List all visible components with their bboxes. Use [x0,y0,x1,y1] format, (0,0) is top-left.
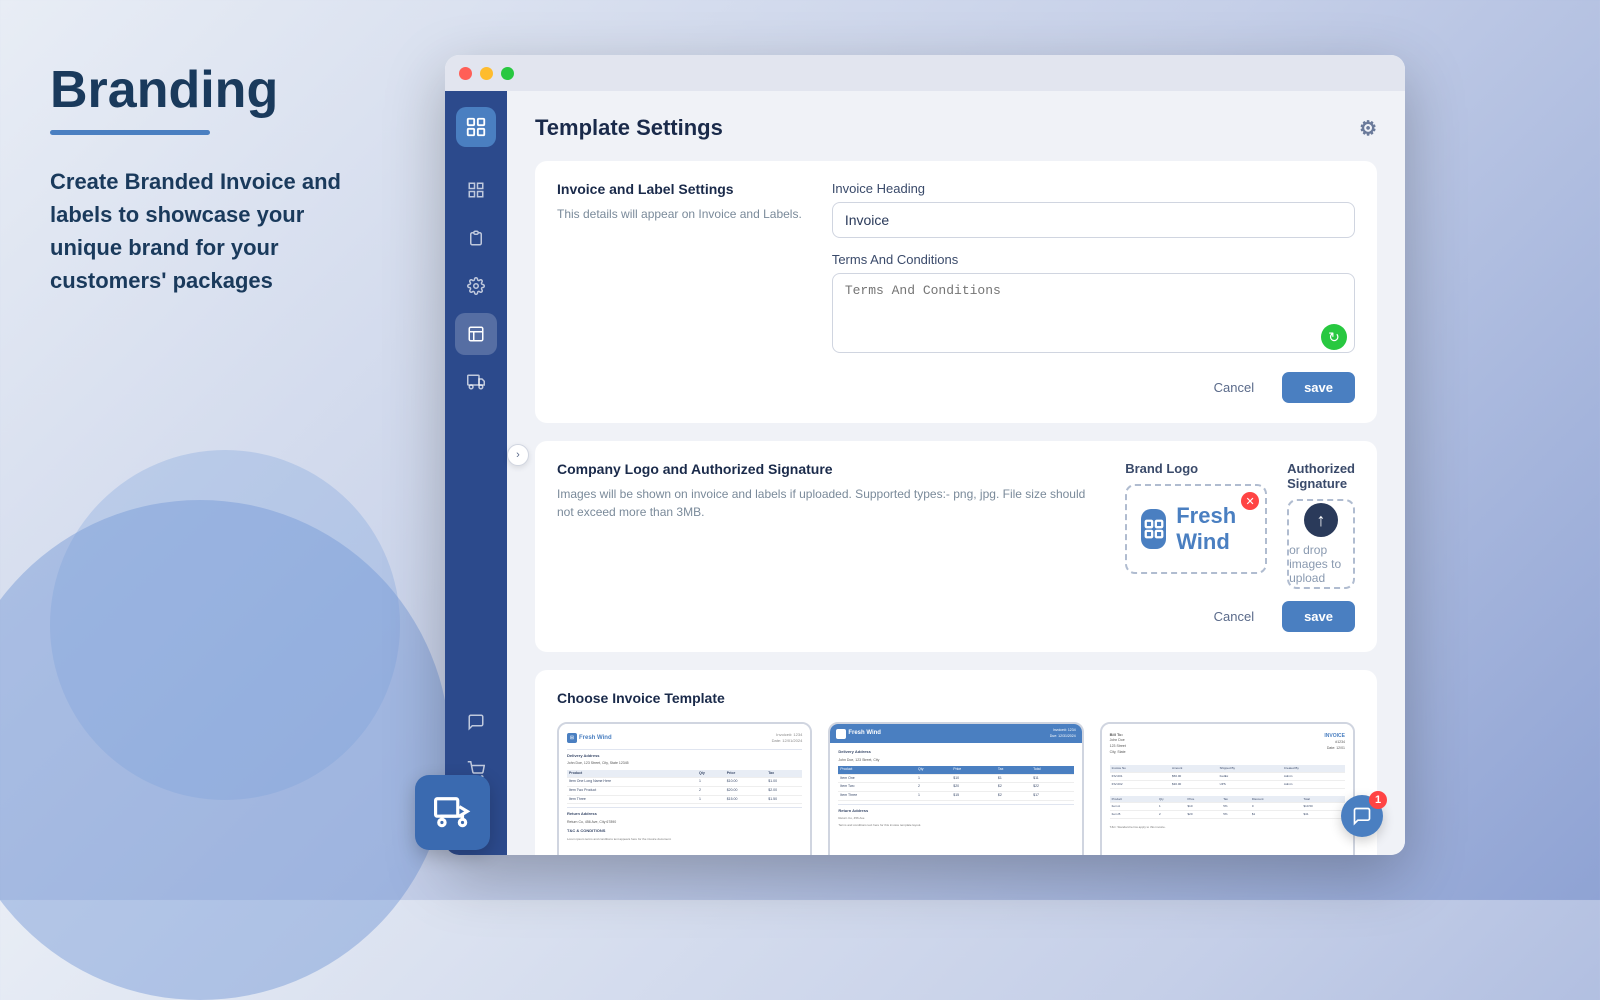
brand-logo-upload-box[interactable]: Fresh Wind ✕ [1125,484,1267,574]
logo-save-button[interactable]: save [1282,601,1355,632]
template-card-3[interactable]: Bill To: John Doe123 StreetCity, State I… [1100,722,1355,855]
bottom-box-icon [415,775,490,850]
upload-box-content: ↑ or drop images to upload [1289,503,1353,585]
main-content: Template Settings ⚙ Invoice and Label Se… [507,91,1405,855]
brand-logo-col: Brand Logo Fresh Wind ✕ [1125,461,1267,589]
branding-underline [50,130,210,135]
chat-badge: 1 [1369,791,1387,809]
sidebar [445,91,507,855]
template-section: Choose Invoice Template ⊞ Fresh Wind [535,670,1377,855]
brand-logo-label: Brand Logo [1125,461,1267,476]
logo-preview-text: Fresh Wind [1176,503,1251,555]
upload-text: or drop images to upload [1289,543,1353,585]
sidebar-logo[interactable] [456,107,496,147]
sidebar-item-support[interactable] [455,701,497,743]
bg-blob-2 [50,450,400,800]
template-grid: ⊞ Fresh Wind Invoice#: 1234 Date: 12/01/… [557,722,1355,855]
page-title-text: Template Settings [535,115,723,141]
template-preview-2: ⊞ Fresh Wind Invoice#: 1234 Due: 12/31/2… [830,724,1081,855]
sidebar-item-shipping[interactable] [455,361,497,403]
left-panel: Branding Create Branded Invoice and labe… [0,0,430,900]
template-preview-1: ⊞ Fresh Wind Invoice#: 1234 Date: 12/01/… [559,724,810,855]
title-bar [445,55,1405,91]
invoice-cancel-button[interactable]: Cancel [1196,372,1272,403]
maximize-dot[interactable] [501,67,514,80]
sidebar-item-orders[interactable] [455,217,497,259]
logo-btn-row: Cancel save [1125,601,1355,632]
auth-sig-col: Authorized Signature ↑ or drop images to… [1287,461,1355,589]
branding-description: Create Branded Invoice and labels to sho… [50,165,380,297]
logo-cancel-button[interactable]: Cancel [1196,601,1272,632]
logo-settings-section: Company Logo and Authorized Signature Im… [535,441,1377,652]
upload-section: Brand Logo Fresh Wind ✕ [1125,461,1355,589]
invoice-section-title: Invoice and Label Settings [557,181,802,197]
invoice-section-right: Invoice Heading Terms And Conditions ↻ C… [832,181,1355,403]
invoice-save-button[interactable]: save [1282,372,1355,403]
app-window: › Template Settings ⚙ Invoice and Label … [445,55,1405,855]
close-dot[interactable] [459,67,472,80]
template-card-2[interactable]: ⊞ Fresh Wind Invoice#: 1234 Due: 12/31/2… [828,722,1083,855]
main-area: › Template Settings ⚙ Invoice and Label … [445,91,1405,855]
terms-textarea-wrapper: ↻ [832,273,1355,358]
template-section-title: Choose Invoice Template [557,690,1355,706]
page-title-row: Template Settings ⚙ [535,115,1377,141]
settings-gear-icon[interactable]: ⚙ [1359,116,1377,141]
logo-section-right: Brand Logo Fresh Wind ✕ [1125,461,1355,632]
sidebar-collapse-button[interactable]: › [507,444,529,466]
invoice-section-left: Invoice and Label Settings This details … [557,181,802,403]
invoice-section-desc: This details will appear on Invoice and … [557,205,802,223]
logo-section-left: Company Logo and Authorized Signature Im… [557,461,1095,632]
invoice-heading-group: Invoice Heading [832,181,1355,238]
template-card-1[interactable]: ⊞ Fresh Wind Invoice#: 1234 Date: 12/01/… [557,722,812,855]
logo-preview: Fresh Wind [1127,503,1265,555]
auth-sig-label: Authorized Signature [1287,461,1355,491]
logo-section-desc: Images will be shown on invoice and labe… [557,485,1095,521]
sidebar-item-templates[interactable] [455,313,497,355]
logo-section-title: Company Logo and Authorized Signature [557,461,1095,477]
terms-conditions-textarea[interactable] [832,273,1355,353]
sidebar-item-settings[interactable] [455,265,497,307]
logo-preview-icon [1141,509,1166,549]
chat-bubble-button[interactable]: 1 [1341,795,1383,837]
invoice-heading-input[interactable] [832,202,1355,238]
minimize-dot[interactable] [480,67,493,80]
branding-title: Branding [50,60,380,120]
invoice-btn-row: Cancel save [832,372,1355,403]
template-preview-3: Bill To: John Doe123 StreetCity, State I… [1102,724,1353,855]
terms-refresh-button[interactable]: ↻ [1321,324,1347,350]
invoice-heading-label: Invoice Heading [832,181,1355,196]
upload-arrow-icon: ↑ [1304,503,1338,537]
auth-sig-upload-box[interactable]: ↑ or drop images to upload [1287,499,1355,589]
logo-remove-button[interactable]: ✕ [1241,492,1259,510]
invoice-settings-section: Invoice and Label Settings This details … [535,161,1377,423]
terms-conditions-label: Terms And Conditions [832,252,1355,267]
sidebar-item-dashboard[interactable] [455,169,497,211]
terms-conditions-group: Terms And Conditions ↻ [832,252,1355,358]
